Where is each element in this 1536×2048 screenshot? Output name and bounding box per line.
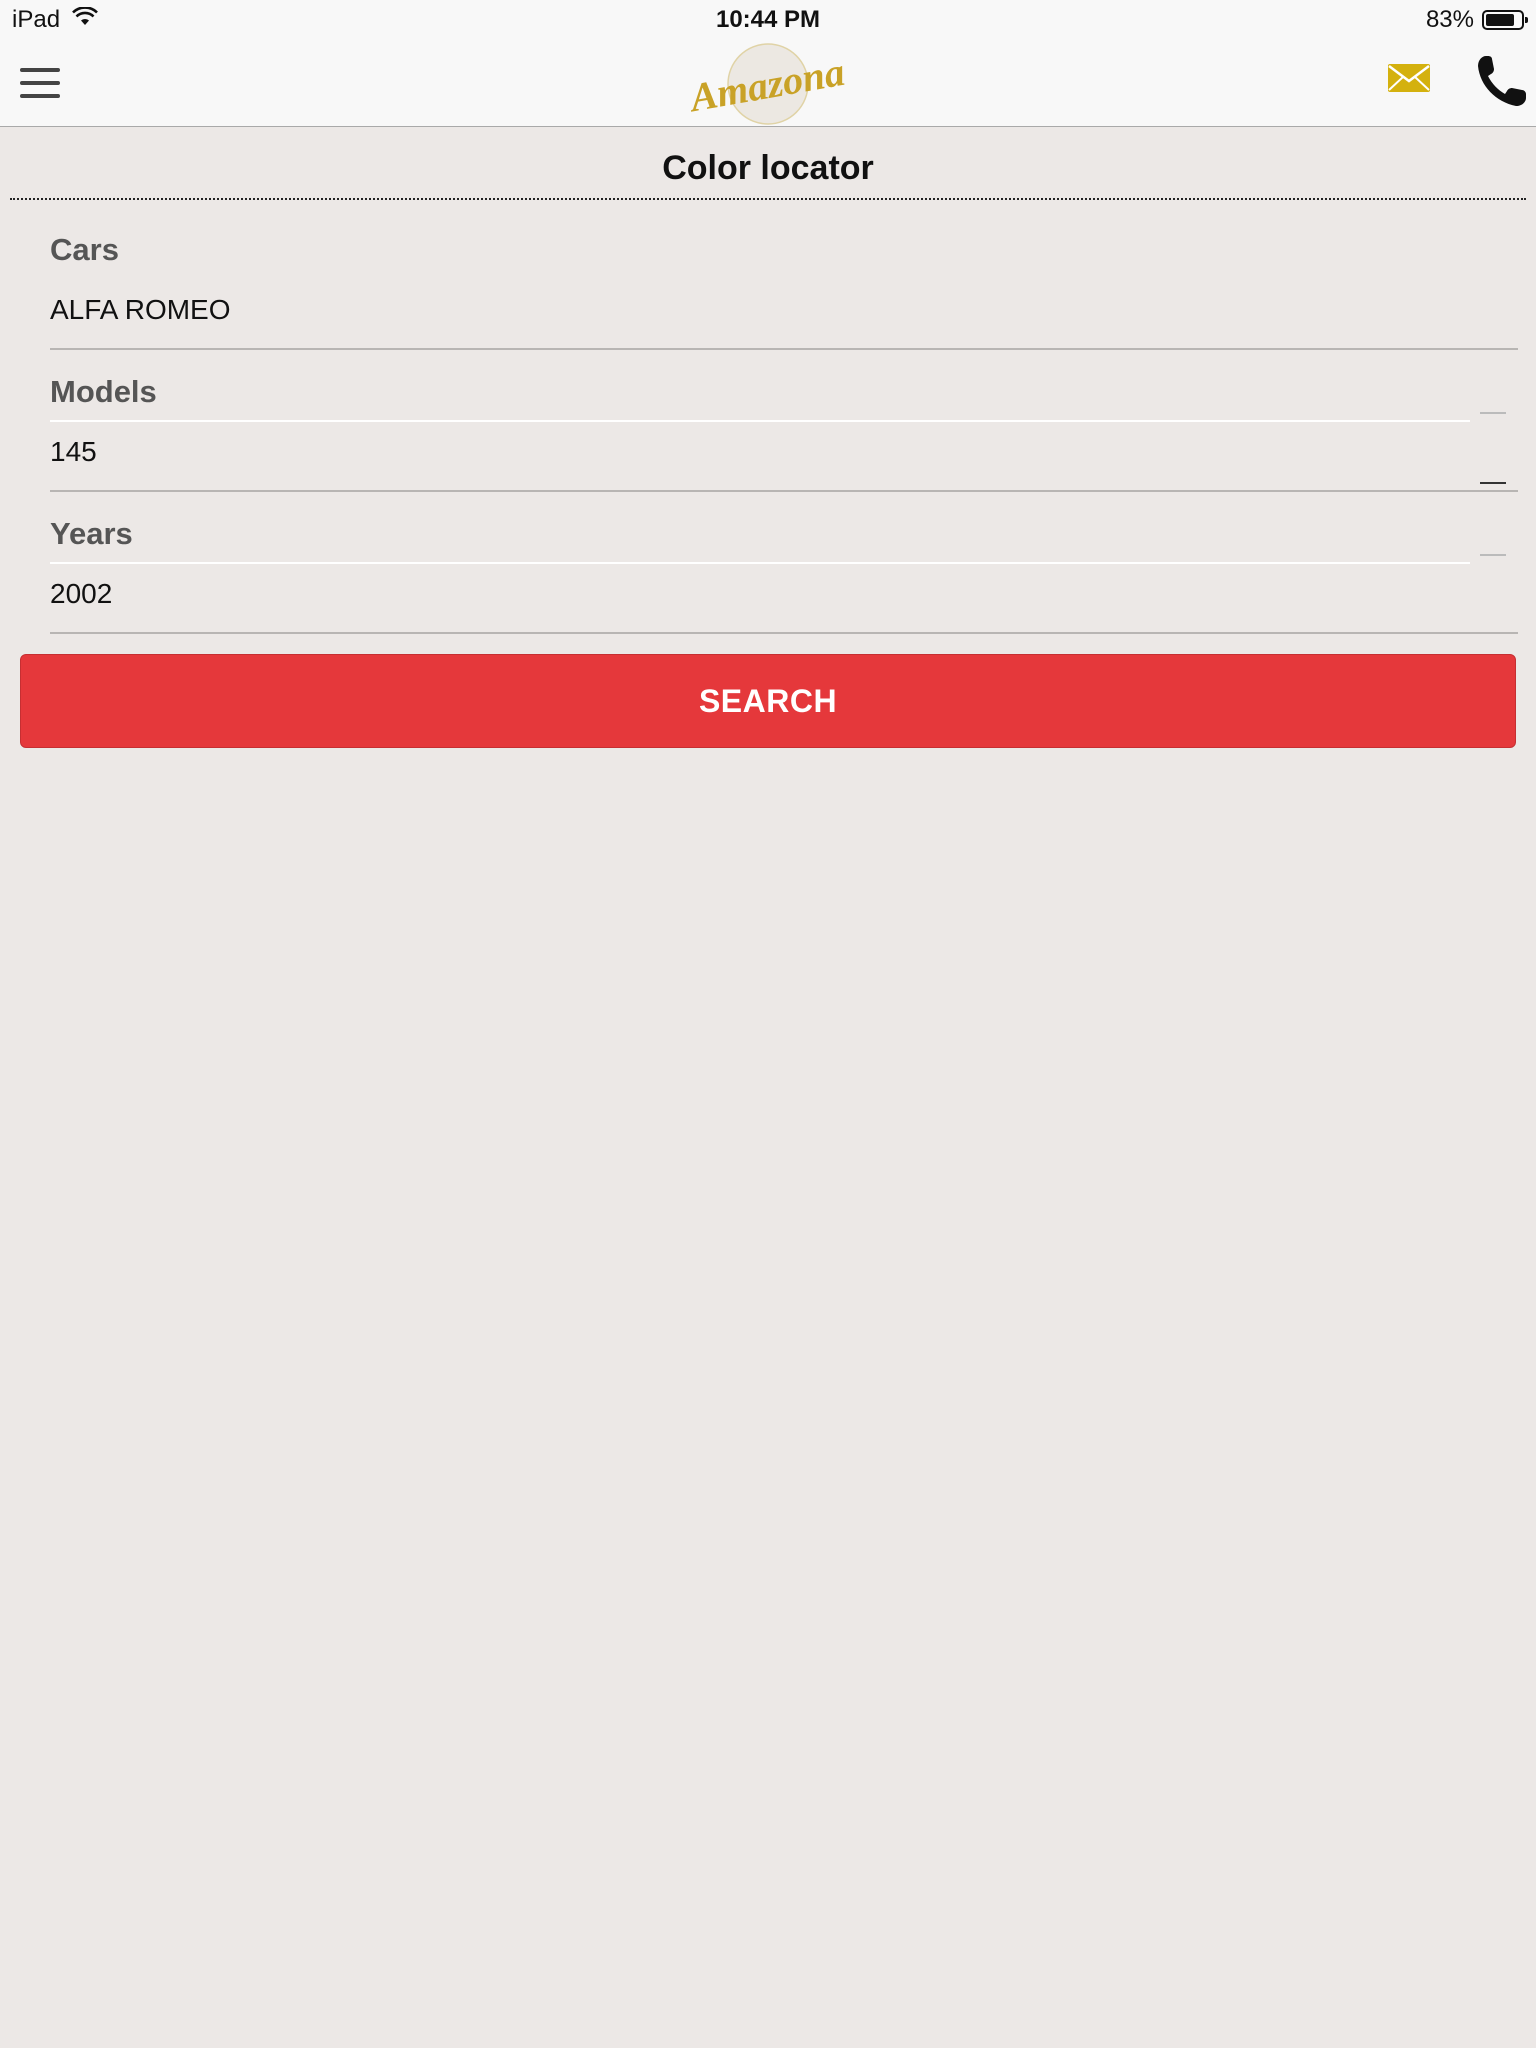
years-tick-top (1480, 554, 1506, 556)
models-tick-top (1480, 412, 1506, 414)
battery-tip (1525, 17, 1528, 23)
cars-select[interactable]: ALFA ROMEO (50, 286, 1518, 350)
models-tick-bottom (1480, 482, 1506, 484)
battery-percent: 83% (1425, 6, 1474, 33)
years-select[interactable]: 2002 (50, 570, 1518, 634)
models-label: Models (50, 374, 157, 409)
battery-fill (1486, 14, 1514, 26)
hamburger-menu-icon[interactable] (20, 68, 60, 98)
status-time: 10:44 PM (715, 6, 821, 33)
models-separator (50, 420, 1470, 422)
cars-label: Cars (50, 232, 119, 267)
years-label: Years (50, 516, 133, 551)
page-title: Color locator (10, 140, 1526, 200)
status-bar: iPad 10:44 PM 83% (0, 0, 1536, 40)
nav-bar: Amazona (0, 40, 1536, 127)
years-separator (50, 562, 1470, 564)
mail-icon[interactable] (1386, 58, 1432, 98)
amazona-logo: Amazona (684, 40, 848, 126)
models-select[interactable]: 145 (50, 428, 1518, 492)
search-button[interactable]: SEARCH (20, 654, 1516, 748)
status-right: 83% (1425, 6, 1528, 34)
battery-icon (1482, 10, 1528, 30)
phone-icon[interactable] (1476, 52, 1528, 108)
